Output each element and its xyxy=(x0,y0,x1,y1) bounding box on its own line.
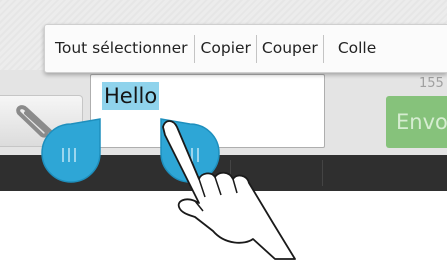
pointing-hand-icon xyxy=(155,113,305,265)
copy-menu-item[interactable]: Copier xyxy=(195,24,256,73)
character-counter: 155 xyxy=(419,76,444,91)
select-all-menu-item[interactable]: Tout sélectionner xyxy=(45,24,194,73)
cut-menu-item[interactable]: Couper xyxy=(257,24,323,73)
paste-menu-item[interactable]: Colle xyxy=(324,24,376,73)
selection-start-handle[interactable] xyxy=(40,117,102,191)
bar-divider xyxy=(322,160,323,186)
selected-message-text[interactable]: Hello xyxy=(102,82,160,110)
send-button[interactable]: Envo xyxy=(386,96,447,148)
text-selection-context-menu: Tout sélectionner Copier Couper Colle xyxy=(44,24,447,73)
